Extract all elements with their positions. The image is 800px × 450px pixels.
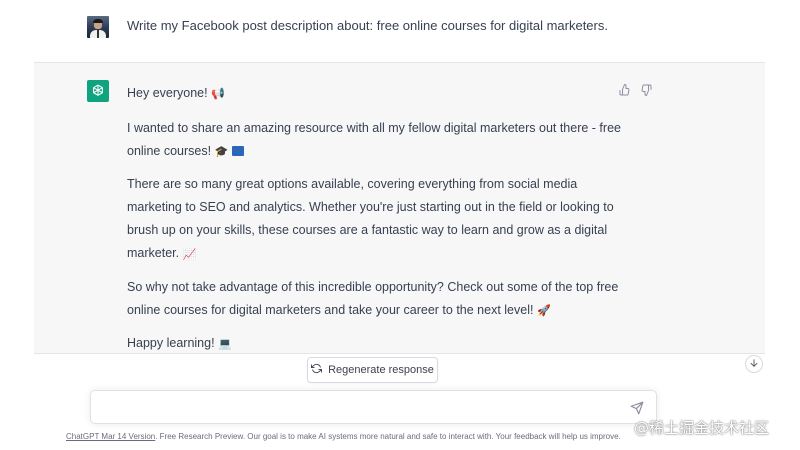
paragraph-1: I wanted to share an amazing resource wi… <box>127 117 627 163</box>
assistant-message-row: Hey everyone! 📢 I wanted to share an ama… <box>34 62 765 354</box>
feedback-buttons <box>619 83 652 96</box>
refresh-icon <box>311 363 323 377</box>
paragraph-3: So why not take advantage of this incred… <box>127 276 627 322</box>
footer-disclaimer: ChatGPT Mar 14 Version. Free Research Pr… <box>66 432 621 441</box>
laptop-icon: 💻 <box>218 337 232 351</box>
scroll-to-bottom-button[interactable] <box>745 355 763 373</box>
openai-logo-icon <box>87 80 109 102</box>
regenerate-label: Regenerate response <box>328 364 434 376</box>
rocket-icon: 🚀 <box>536 303 551 317</box>
chart-increasing-icon: 📈 <box>182 247 197 261</box>
paragraph-2-text: There are so many great options availabl… <box>127 177 614 261</box>
paragraph-1-text: I wanted to share an amazing resource wi… <box>127 121 621 159</box>
user-message-row: Write my Facebook post description about… <box>0 0 800 60</box>
megaphone-icon: 📢 <box>211 87 225 101</box>
version-link[interactable]: ChatGPT Mar 14 Version <box>66 432 155 441</box>
paragraph-4: Happy learning! 💻 <box>127 332 627 355</box>
thumbs-down-icon[interactable] <box>640 83 652 96</box>
arrow-down-icon <box>749 355 759 373</box>
user-message-text: Write my Facebook post description about… <box>127 18 608 33</box>
greeting-text: Hey everyone! <box>127 86 208 100</box>
regenerate-response-button[interactable]: Regenerate response <box>307 357 438 383</box>
send-icon[interactable] <box>630 401 644 415</box>
blue-badge-icon <box>231 145 244 156</box>
user-avatar <box>87 16 109 38</box>
graduation-cap-icon: 🎓 <box>214 145 229 159</box>
greeting-paragraph: Hey everyone! 📢 <box>127 82 627 105</box>
footer-text: . Free Research Preview. Our goal is to … <box>155 432 621 441</box>
thumbs-up-icon[interactable] <box>619 83 631 96</box>
message-input[interactable] <box>90 390 657 424</box>
paragraph-4-text: Happy learning! <box>127 335 215 350</box>
paragraph-2: There are so many great options availabl… <box>127 173 627 265</box>
watermark: @稀土掘金技术社区 <box>634 419 770 437</box>
assistant-message-text: Hey everyone! 📢 I wanted to share an ama… <box>127 82 627 365</box>
